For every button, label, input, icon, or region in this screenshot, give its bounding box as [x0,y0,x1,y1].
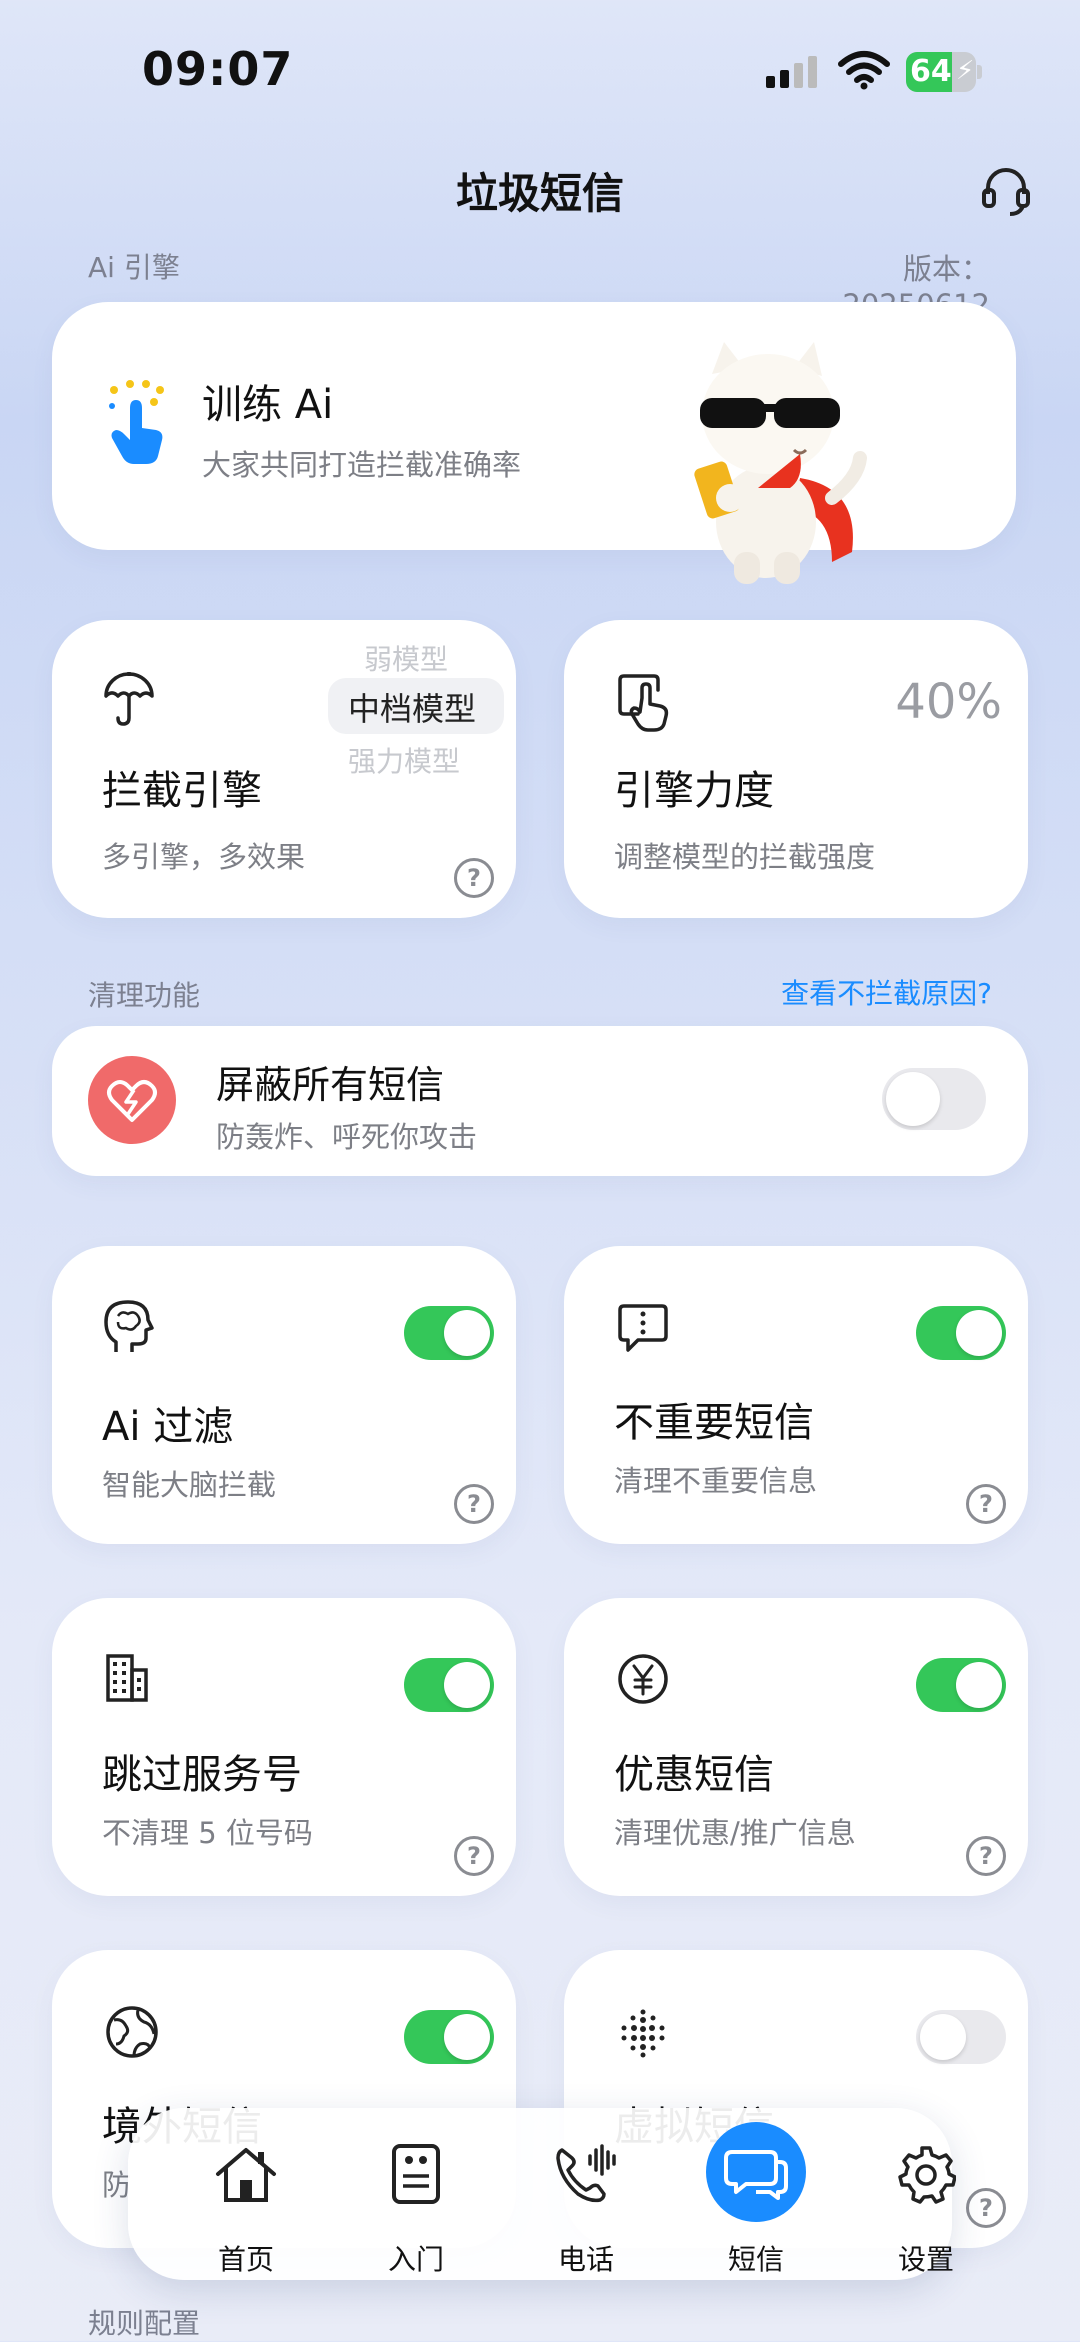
intercept-engine-title: 拦截引擎 [102,768,262,814]
train-ai-subtitle: 大家共同打造拦截准确率 [202,448,522,482]
ai-filter-toggle[interactable] [404,1306,494,1360]
page-title: 垃圾短信 [455,169,624,218]
block-all-card: 屏蔽所有短信 防轰炸、呼死你攻击 [52,1026,1028,1176]
sms-icon [706,2122,806,2222]
feature-card-ai-filter[interactable]: Ai 过滤 智能大脑拦截 ? [52,1246,516,1544]
home-icon [214,2144,278,2210]
tab-home-label: 首页 [217,2243,274,2276]
help-icon[interactable]: ? [454,858,494,898]
section-label-rules: 规则配置 [88,2307,201,2340]
tab-home[interactable]: 首页 [166,2108,326,2280]
promo-subtitle: 清理优惠/推广信息 [614,1816,856,1850]
dots-grid-icon [618,2008,668,2062]
ai-filter-subtitle: 智能大脑拦截 [102,1468,277,1502]
signal-icon [764,54,820,94]
ai-filter-title: Ai 过滤 [102,1404,234,1450]
tab-settings-label: 设置 [897,2243,954,2276]
promo-title: 优惠短信 [614,1752,774,1798]
block-all-title: 屏蔽所有短信 [216,1063,445,1107]
engine-power-subtitle: 调整模型的拦截强度 [614,840,876,874]
skip-service-subtitle: 不清理 5 位号码 [102,1816,313,1850]
brain-icon [102,1298,154,1360]
guide-icon [390,2142,442,2210]
tab-phone[interactable]: 电话 [506,2108,666,2280]
wifi-icon [838,50,890,94]
model-option-weak[interactable]: 弱模型 [364,638,448,678]
help-icon[interactable]: ? [966,1484,1006,1524]
block-all-toggle[interactable] [882,1068,986,1130]
umbrella-icon [102,670,156,730]
help-icon[interactable]: ? [454,1836,494,1876]
building-icon [104,1652,150,1708]
model-option-medium[interactable]: 中档模型 [348,684,476,730]
charging-bolt-icon: ⚡ [956,56,975,86]
feature-card-skip-service[interactable]: 跳过服务号 不清理 5 位号码 ? [52,1598,516,1896]
phone-icon [554,2144,618,2208]
touch-pad-icon [616,672,678,736]
skip-service-toggle[interactable] [404,1658,494,1712]
message-alert-icon [616,1302,670,1360]
model-option-strong[interactable]: 强力模型 [348,740,460,780]
engine-power-value: 40% [895,674,1002,730]
status-time: 09:07 [142,42,294,96]
unimportant-subtitle: 清理不重要信息 [614,1464,818,1498]
gear-icon [896,2144,957,2208]
intercept-engine-card[interactable]: 弱模型 中档模型 强力模型 拦截引擎 多引擎，多效果 ? [52,620,516,918]
battery-icon: 64 ⚡ [906,52,982,92]
tab-bar: 首页 入门 电话 短信 设置 [128,2108,957,2280]
virtual-toggle[interactable] [916,2010,1006,2064]
tab-phone-label: 电话 [557,2243,614,2276]
section-label-clean: 清理功能 [88,979,201,1012]
engine-power-card[interactable]: 40% 引擎力度 调整模型的拦截强度 [564,620,1028,918]
overseas-toggle[interactable] [404,2010,494,2064]
feature-card-unimportant[interactable]: 不重要短信 清理不重要信息 ? [564,1246,1028,1544]
tab-sms[interactable]: 短信 [676,2108,836,2280]
tab-sms-label: 短信 [727,2243,784,2276]
unimportant-title: 不重要短信 [614,1400,814,1446]
globe-icon [104,2004,160,2064]
tab-settings[interactable]: 设置 [846,2108,1006,2280]
tab-guide-label: 入门 [387,2243,444,2276]
block-all-subtitle: 防轰炸、呼死你攻击 [216,1120,478,1154]
tab-guide[interactable]: 入门 [336,2108,496,2280]
headset-icon[interactable] [980,164,1032,220]
yen-icon [616,1652,670,1710]
overseas-subtitle: 防 [102,2168,132,2202]
section-label-engine: Ai 引擎 [88,251,180,284]
skip-service-title: 跳过服务号 [102,1752,302,1798]
intercept-engine-subtitle: 多引擎，多效果 [102,840,306,874]
engine-power-title: 引擎力度 [614,768,774,814]
train-ai-title: 训练 Ai [202,382,334,428]
broken-heart-icon [88,1056,176,1144]
feature-card-promo[interactable]: 优惠短信 清理优惠/推广信息 ? [564,1598,1028,1896]
tap-hand-icon [104,378,168,472]
help-icon[interactable]: ? [966,1836,1006,1876]
help-icon[interactable]: ? [454,1484,494,1524]
battery-level: 64 [910,54,952,89]
why-not-blocked-link[interactable]: 查看不拦截原因? [714,972,992,1012]
unimportant-toggle[interactable] [916,1306,1006,1360]
mascot-cat-illustration [682,338,872,590]
promo-toggle[interactable] [916,1658,1006,1712]
